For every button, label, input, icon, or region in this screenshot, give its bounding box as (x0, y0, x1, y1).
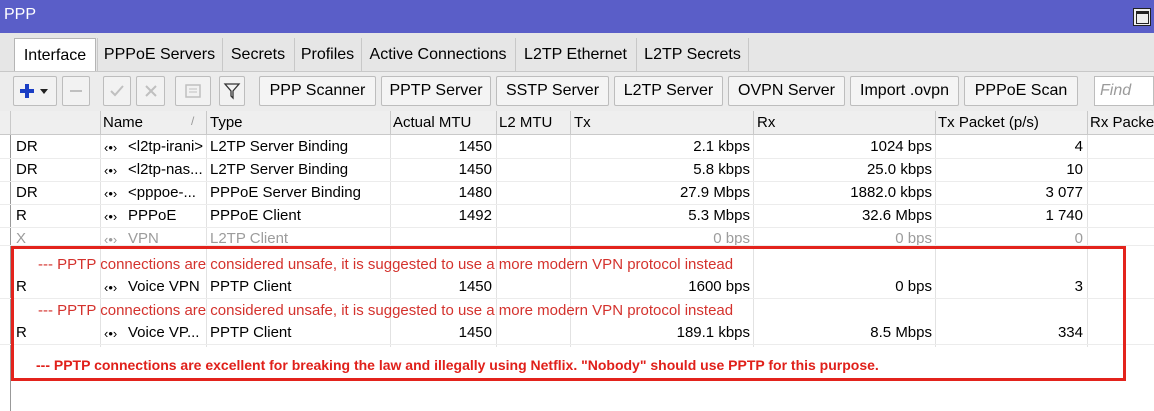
interface-arrow-icon: ‹•› (104, 140, 118, 155)
interface-arrow-icon: ‹•› (104, 209, 118, 224)
enable-button[interactable] (103, 76, 131, 106)
row-type: L2TP Client (210, 230, 289, 246)
column-actual-mtu[interactable]: Actual MTU (393, 114, 471, 131)
column-rx[interactable]: Rx (757, 114, 775, 131)
interface-arrow-icon: ‹•› (104, 232, 118, 246)
row-type: L2TP Server Binding (210, 138, 349, 155)
interface-arrow-icon: ‹•› (104, 186, 118, 201)
row-flags: DR (16, 138, 38, 155)
row-tx-packet: 3 077 (1045, 184, 1083, 201)
check-icon (110, 85, 124, 97)
tab-secrets[interactable]: Secrets (222, 38, 293, 71)
remove-button[interactable] (62, 76, 90, 106)
note-icon (185, 84, 201, 98)
comment-button[interactable] (175, 76, 211, 106)
column-l2-mtu[interactable]: L2 MTU (499, 114, 552, 131)
row-type: PPPoE Client (210, 207, 301, 224)
pptp-server-button[interactable]: PPTP Server (381, 76, 491, 106)
tab-bar: Interface PPPoE Servers Secrets Profiles… (0, 33, 1154, 71)
add-button[interactable] (13, 76, 57, 106)
row-tx-packet: 0 (1074, 230, 1083, 246)
column-name[interactable]: Name (103, 114, 143, 131)
disable-button[interactable] (136, 76, 165, 106)
table-row[interactable]: DR ‹•› <pppoe-... PPPoE Server Binding 1… (0, 182, 1154, 205)
row-rx: 0 bps (895, 230, 932, 246)
row-name: <pppoe-... (128, 184, 196, 201)
ovpn-server-button[interactable]: OVPN Server (728, 76, 845, 106)
table-row[interactable]: DR ‹•› <l2tp-nas... L2TP Server Binding … (0, 159, 1154, 182)
ppp-scanner-button[interactable]: PPP Scanner (259, 76, 376, 106)
maximize-icon[interactable] (1133, 8, 1151, 26)
row-tx-packet: 10 (1066, 161, 1083, 178)
sstp-server-button[interactable]: SSTP Server (496, 76, 609, 106)
row-rx: 32.6 Mbps (861, 207, 932, 224)
tab-profiles[interactable]: Profiles (294, 38, 360, 71)
pppoe-scan-button[interactable]: PPPoE Scan (964, 76, 1078, 106)
row-rx: 1882.0 kbps (850, 184, 932, 201)
column-type[interactable]: Type (210, 114, 243, 131)
row-tx: 5.8 kbps (693, 161, 750, 178)
l2tp-server-button[interactable]: L2TP Server (614, 76, 723, 106)
window-titlebar: PPP (0, 0, 1154, 33)
filter-icon (223, 83, 241, 100)
row-tx-packet: 4 (1074, 138, 1083, 155)
interface-arrow-icon: ‹•› (104, 163, 118, 178)
table-row[interactable]: R ‹•› PPPoE PPPoE Client 1492 5.3 Mbps 3… (0, 205, 1154, 228)
tab-interface[interactable]: Interface (14, 38, 96, 71)
row-tx: 2.1 kbps (693, 138, 750, 155)
minus-icon (70, 90, 82, 92)
table-row-disabled[interactable]: X ‹•› VPN L2TP Client 0 bps 0 bps 0 (0, 228, 1154, 246)
table-row[interactable]: DR ‹•› <l2tp-irani> L2TP Server Binding … (0, 136, 1154, 159)
row-mtu: 1450 (458, 161, 492, 178)
row-type: L2TP Server Binding (210, 161, 349, 178)
column-tx[interactable]: Tx (574, 114, 591, 131)
row-flags: R (16, 207, 27, 224)
row-type: PPPoE Server Binding (210, 184, 361, 201)
x-icon (144, 85, 157, 97)
column-rx-packet[interactable]: Rx Packe (1090, 114, 1154, 131)
plus-icon (20, 84, 48, 98)
tab-l2tp-ethernet[interactable]: L2TP Ethernet (515, 38, 635, 71)
import-ovpn-button[interactable]: Import .ovpn (850, 76, 959, 106)
row-tx-packet: 1 740 (1045, 207, 1083, 224)
toolbar: PPP Scanner PPTP Server SSTP Server L2TP… (0, 71, 1154, 111)
row-name: PPPoE (128, 207, 177, 224)
sort-indicator-icon: / (191, 114, 195, 128)
filter-button[interactable] (219, 76, 245, 106)
tab-l2tp-secrets[interactable]: L2TP Secrets (636, 38, 749, 71)
row-flags: DR (16, 184, 38, 201)
find-input[interactable]: Find (1094, 76, 1154, 106)
tab-pppoe-servers[interactable]: PPPoE Servers (97, 38, 221, 71)
row-mtu: 1492 (458, 207, 492, 224)
row-tx: 0 bps (713, 230, 750, 246)
row-flags: X (16, 230, 27, 246)
row-tx: 5.3 Mbps (688, 207, 750, 224)
row-name: <l2tp-nas... (128, 161, 203, 178)
row-rx: 1024 bps (870, 138, 932, 155)
column-tx-packet[interactable]: Tx Packet (p/s) (938, 114, 1039, 131)
row-tx: 27.9 Mbps (679, 184, 750, 201)
window-title: PPP (4, 6, 37, 23)
row-mtu: 1480 (458, 184, 492, 201)
row-name: VPN (128, 230, 159, 246)
row-mtu: 1450 (458, 138, 492, 155)
row-flags: DR (16, 161, 38, 178)
annotation-highlight-box (11, 246, 1126, 381)
row-name: <l2tp-irani> (128, 138, 204, 155)
row-rx: 25.0 kbps (866, 161, 932, 178)
table-header: Name / Type Actual MTU L2 MTU Tx Rx Tx P… (0, 111, 1154, 135)
tab-active-connections[interactable]: Active Connections (361, 38, 514, 71)
